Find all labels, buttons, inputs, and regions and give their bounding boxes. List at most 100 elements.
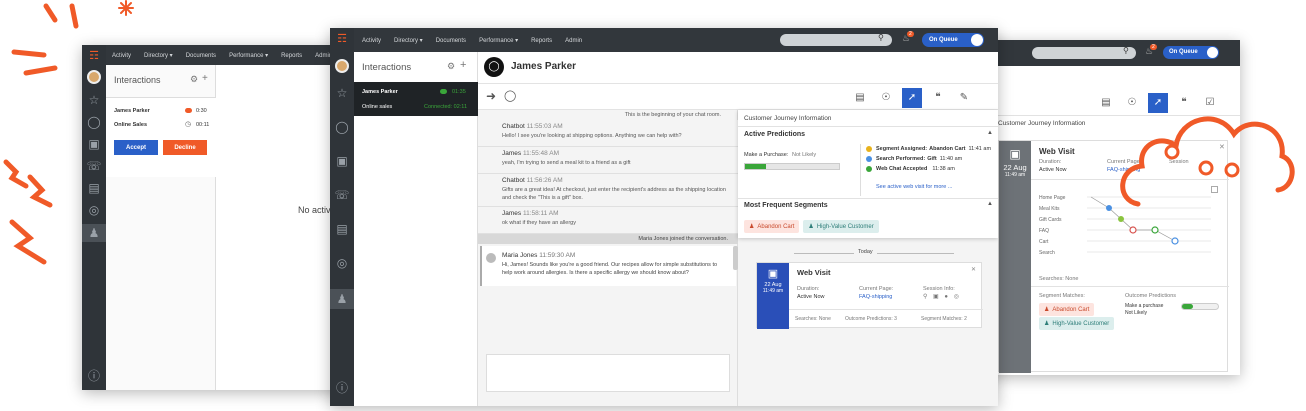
duration-label: Duration:	[1039, 159, 1062, 165]
contact-name: James Parker	[511, 61, 577, 72]
card-divider-2	[1031, 286, 1229, 287]
prediction-divider	[860, 144, 861, 196]
phone-icon[interactable]: ☏	[334, 189, 349, 201]
collapse-icon[interactable]: ▲	[987, 130, 993, 136]
search-icon[interactable]: ⚲	[1123, 46, 1129, 55]
page-label: Current Page:	[859, 286, 894, 292]
chat-message: James 11:55:48 AM yeah, I'm trying to sen…	[478, 147, 738, 174]
chat-message: James 11:58:11 AM ok what if they have an…	[478, 207, 738, 234]
active-interaction[interactable]: James Parker 01:35 Online sales Connecte…	[354, 82, 478, 116]
help-icon[interactable]: ⓘ	[88, 370, 100, 382]
see-more-link[interactable]: See active web visit for more ...	[876, 184, 952, 190]
outcome-text: Outcome Predictions: 3	[845, 316, 897, 322]
profile-icon[interactable]: ☉	[876, 88, 896, 108]
chat-message: Chatbot 11:55:03 AM Hello! I see you're l…	[478, 120, 738, 147]
journey-icon[interactable]: ➚	[902, 87, 922, 108]
settings-icon[interactable]: ⚙	[447, 61, 455, 72]
row2-name: Online Sales	[114, 122, 148, 128]
nav-item[interactable]: Admin	[565, 38, 582, 44]
avatar[interactable]	[87, 70, 101, 84]
avatar[interactable]	[335, 59, 349, 73]
video-icon[interactable]: ▣	[88, 138, 99, 150]
chat-bubble-icon: ◯	[484, 57, 504, 77]
page-value[interactable]: FAQ-shipping	[859, 294, 892, 300]
users-icon[interactable]: ♟	[330, 289, 354, 309]
segment-chip-abandon: ♟ Abandon Cart	[1039, 303, 1095, 316]
inbox-icon[interactable]: ▤	[336, 223, 347, 235]
close-icon[interactable]: ✕	[971, 266, 976, 273]
nav-item[interactable]: Activity	[112, 53, 131, 59]
not-likely-label: Not Likely	[792, 152, 817, 158]
segment-chip-highvalue: ♟ High-Value Customer	[803, 220, 879, 233]
phone-icon[interactable]: ☏	[86, 160, 101, 172]
journey-event: Search Performed: Gift 11:40 am	[866, 156, 998, 162]
search-icon[interactable]: ⚲	[878, 33, 884, 42]
segment-label: High-Value Customer	[816, 223, 874, 230]
nav-item[interactable]: Directory ▾	[144, 53, 173, 59]
add-icon[interactable]: +	[460, 59, 466, 71]
queue-icon[interactable]: ◎	[337, 257, 347, 269]
message-list: Chatbot 11:55:03 AM Hello! I see you're l…	[478, 120, 738, 234]
on-queue-toggle[interactable]: On Queue	[922, 33, 984, 47]
nav-item[interactable]: Documents	[436, 38, 466, 44]
settings-icon[interactable]: ⚙	[190, 74, 198, 85]
active-status: Connected: 02:11	[424, 104, 468, 110]
nav-item[interactable]: Reports	[531, 38, 552, 44]
segment-matches-label: Segment Matches:	[1039, 293, 1085, 299]
message-input[interactable]	[486, 354, 730, 392]
event-list: Segment Assigned: Abandon Cart 11:41 am Sea…	[866, 146, 998, 176]
date-block: ▣ 22 Aug 11:49 am	[999, 141, 1031, 373]
users-icon[interactable]: ♟	[82, 224, 106, 242]
nav-item[interactable]: Reports	[281, 53, 302, 59]
message-time: 11:56:26 AM	[524, 177, 563, 184]
agent-text: Hi, James! Sounds like you're a good fri…	[502, 262, 718, 276]
date-block: ▣ 22 Aug 11:49 am	[757, 263, 789, 329]
agent-name-text: Maria Jones	[502, 252, 538, 259]
joined-notice: Maria Jones joined the conversation.	[478, 234, 738, 244]
transfer-icon[interactable]: ➜	[486, 89, 496, 103]
chat-status-icon	[185, 108, 192, 113]
notification-badge: 2	[907, 31, 914, 37]
mute-icon[interactable]: ◯	[504, 89, 516, 102]
video-icon[interactable]: ▣	[336, 155, 347, 167]
accept-button[interactable]: Accept	[114, 140, 158, 155]
web-visit-card[interactable]: ▣ 22 Aug 11:49 am Web Visit ✕ Duration: …	[756, 262, 983, 329]
chat-icon[interactable]: ◯	[87, 116, 100, 128]
queue-icon[interactable]: ◎	[89, 204, 99, 216]
chat-icon[interactable]: ◯	[335, 121, 348, 133]
top-nav-bar: Activity Directory ▾ Documents Performance …	[82, 45, 352, 65]
chat-status-icon	[440, 89, 447, 94]
nav-item[interactable]: Directory ▾	[394, 38, 423, 44]
nav-item[interactable]: Performance ▾	[229, 53, 268, 59]
search-input[interactable]	[1032, 47, 1136, 59]
page-path-label: Search	[1039, 250, 1055, 256]
pending-interaction[interactable]: James Parker 0:30 Online Sales ◷ 00:11 A…	[106, 97, 216, 177]
help-icon[interactable]: ⓘ	[336, 382, 348, 394]
add-icon[interactable]: +	[202, 73, 208, 84]
decline-button[interactable]: Decline	[163, 140, 207, 155]
search-input[interactable]	[780, 34, 892, 46]
nav-item[interactable]: Documents	[186, 53, 216, 59]
star-icon[interactable]: ☆	[89, 94, 100, 106]
chat-start: This is the beginning of your chat room.	[624, 112, 721, 118]
script-icon[interactable]: ▤	[850, 88, 870, 108]
message-text: Hello! I see you're looking at shipping …	[502, 133, 682, 139]
agent-message: Maria Jones 11:59:30 AM Hi, James! Sound…	[480, 246, 736, 286]
inbox-icon[interactable]: ▤	[88, 182, 99, 194]
collapse-icon[interactable]: ▲	[987, 201, 993, 207]
page-path-label: Meal Kits	[1039, 206, 1060, 212]
row1-name: James Parker	[114, 108, 150, 114]
message-text: yeah, I'm trying to send a meal kit to a…	[502, 160, 631, 166]
user-icon: ♟	[749, 224, 755, 230]
logo-icon: ☶	[89, 50, 99, 62]
notes-icon[interactable]: ✎	[954, 88, 974, 108]
page-path-label: FAQ	[1039, 228, 1049, 234]
script-icon[interactable]: ▤	[1096, 93, 1116, 113]
quote-icon[interactable]: ❝	[928, 88, 948, 108]
star-icon[interactable]: ☆	[337, 87, 348, 99]
on-queue-toggle[interactable]: On Queue	[1163, 46, 1219, 59]
message-author: James	[502, 210, 522, 217]
nav-item[interactable]: Performance ▾	[479, 38, 518, 44]
nav-item[interactable]: Activity	[362, 38, 381, 44]
active-queue: Online sales	[362, 104, 393, 110]
